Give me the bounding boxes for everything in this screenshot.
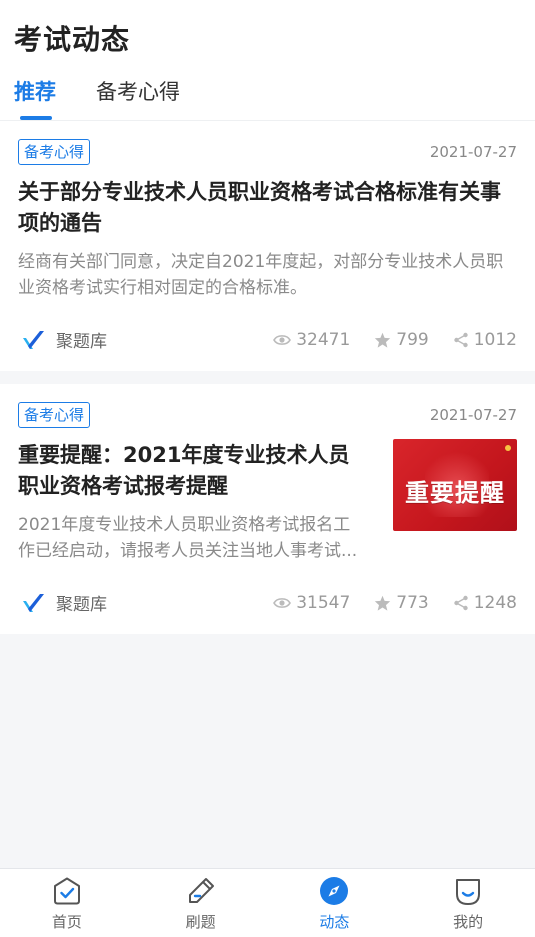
bottom-nav: 首页 刷题 动态 我的 [0, 868, 535, 937]
article-title[interactable]: 关于部分专业技术人员职业资格考试合格标准有关事项的通告 [18, 177, 517, 239]
compass-icon [320, 877, 349, 905]
nav-practice-label: 刷题 [185, 913, 216, 931]
article-title[interactable]: 重要提醒：2021年度专业技术人员职业资格考试报考提醒 [18, 440, 355, 502]
star-icon [375, 595, 391, 611]
eye-icon [273, 597, 292, 608]
nav-home-label: 首页 [51, 913, 82, 931]
article-description: 2021年度专业技术人员职业资格考试报名工作已经启动，请报考人员关注当地人事考试… [18, 515, 358, 561]
article-thumbnail[interactable]: 重要提醒 [393, 439, 517, 531]
nav-news-label: 动态 [319, 913, 350, 931]
article-card[interactable]: 备考心得 2021-07-27 关于部分专业技术人员职业资格考试合格标准有关事项… [0, 121, 535, 371]
category-tag[interactable]: 备考心得 [18, 139, 91, 165]
nav-profile-label: 我的 [453, 913, 484, 931]
tab-recommended[interactable]: 推荐 [14, 76, 56, 120]
nav-home[interactable]: 首页 [0, 869, 134, 937]
eye-icon [273, 334, 292, 345]
source: 聚题库 [22, 590, 107, 615]
nav-profile[interactable]: 我的 [401, 869, 535, 937]
nav-news[interactable]: 动态 [268, 869, 402, 937]
page-title: 考试动态 [14, 23, 131, 56]
view-count-value: 32471 [296, 329, 351, 350]
share-icon [454, 595, 468, 610]
article-stats: 31547 773 1248 [249, 593, 517, 613]
star-icon [375, 332, 391, 348]
article-meta: 聚题库 32471 799 1012 [22, 327, 517, 352]
source-name: 聚题库 [56, 332, 107, 352]
star-count-value: 773 [396, 592, 429, 613]
star-count-value: 799 [396, 329, 429, 350]
source-logo-icon [23, 593, 44, 612]
star-count[interactable]: 799 [374, 329, 429, 350]
article-meta: 聚题库 31547 773 1248 [22, 590, 517, 615]
share-count-value: 1012 [473, 329, 517, 350]
profile-icon [456, 879, 481, 905]
view-count: 31547 [273, 593, 350, 613]
article-stats: 32471 799 1012 [249, 330, 517, 350]
nav-practice[interactable]: 刷题 [134, 869, 268, 937]
publish-date: 2021-07-27 [429, 143, 517, 161]
source-logo-icon [23, 330, 44, 349]
category-tag[interactable]: 备考心得 [18, 402, 91, 428]
share-count-value: 1248 [473, 592, 517, 613]
tab-bar: 推荐 备考心得 [14, 76, 220, 120]
source-name: 聚题库 [56, 595, 107, 615]
share-count[interactable]: 1012 [453, 330, 517, 350]
view-count-value: 31547 [296, 592, 351, 613]
home-check-icon [53, 877, 80, 905]
dot-decoration [505, 445, 511, 451]
pencil-icon [188, 878, 214, 903]
view-count: 32471 [273, 330, 350, 350]
article-card[interactable]: 备考心得 2021-07-27 重要提醒：2021年度专业技术人员职业资格考试报… [0, 384, 535, 634]
star-count[interactable]: 773 [374, 592, 429, 613]
app-root: 考试动态 推荐 备考心得 备考心得 2021-07-27 关于部分专业技术人员职… [0, 0, 535, 937]
share-count[interactable]: 1248 [453, 593, 517, 613]
source: 聚题库 [22, 327, 107, 352]
share-icon [454, 332, 468, 347]
publish-date: 2021-07-27 [429, 406, 517, 424]
header: 考试动态 推荐 备考心得 [0, 0, 535, 121]
thumbnail-text: 重要提醒 [405, 479, 505, 507]
tab-study-tips[interactable]: 备考心得 [96, 76, 180, 120]
article-description: 经商有关部门同意，决定自2021年度起，对部分专业技术人员职业资格考试实行相对固… [18, 252, 504, 298]
